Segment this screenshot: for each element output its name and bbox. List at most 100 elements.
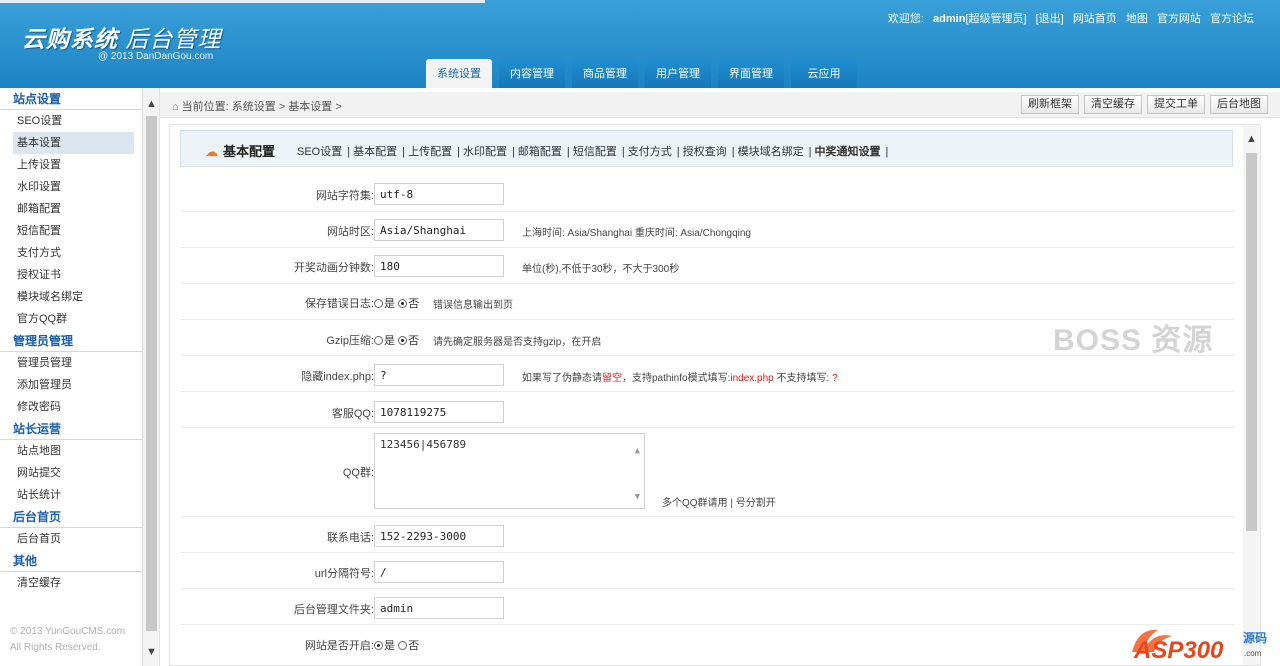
tab-content-management[interactable]: 内容管理 — [499, 59, 565, 88]
sidebar-item-stats[interactable]: 站长统计 — [0, 484, 142, 506]
chevron-up-icon[interactable]: ▲ — [146, 98, 157, 110]
chevron-down-icon[interactable]: ▼ — [146, 646, 157, 658]
tab-system-settings[interactable]: 系统设置 — [426, 59, 492, 88]
sidebar-item-domain-binding[interactable]: 模块域名绑定 — [0, 286, 142, 308]
sidebar-group-admins[interactable]: 管理员管理 — [0, 330, 142, 352]
sidebar-item-clear-cache[interactable]: 清空缓存 — [0, 572, 142, 594]
sidebar-group-other[interactable]: 其他 — [0, 550, 142, 572]
form-row-charset: 网站字符集: — [181, 176, 1234, 212]
hide-hint-index-php: index.php — [730, 373, 774, 384]
error-log-no-radio[interactable] — [398, 299, 408, 308]
sidebar-item-watermark[interactable]: 水印设置 — [0, 176, 142, 198]
url-separator-input[interactable] — [374, 561, 504, 583]
chevron-up-icon[interactable]: ▲ — [1246, 133, 1257, 145]
gzip-radios: 是 否 — [374, 332, 419, 348]
copyright-line: © 2013 YunGouCMS.com — [10, 626, 126, 637]
sidebar-item-qq-group[interactable]: 官方QQ群 — [0, 308, 142, 330]
form-row-url-separator: url分隔符号: — [181, 553, 1234, 589]
service-qq-input[interactable] — [374, 401, 504, 423]
scrollbar-thumb[interactable] — [1246, 153, 1257, 531]
admin-map-button[interactable]: 后台地图 — [1210, 95, 1268, 114]
config-link-upload[interactable]: 上传配置 — [408, 146, 452, 158]
tab-user-management[interactable]: 用户管理 — [645, 59, 711, 88]
timezone-input[interactable] — [374, 219, 504, 241]
config-link-watermark[interactable]: 水印配置 — [463, 146, 507, 158]
sidebar-item-license[interactable]: 授权证书 — [0, 264, 142, 286]
sitemap-link[interactable]: 地图 — [1126, 13, 1148, 25]
error-log-label: 保存错误日志: — [304, 298, 374, 310]
error-log-yes-label: 是 — [384, 298, 395, 310]
gzip-no-radio[interactable] — [398, 336, 408, 345]
logo-title-bold: 云购系统 — [22, 26, 118, 52]
form-row-service-qq: 客服QQ: — [181, 392, 1234, 428]
hide-hint-leave-blank: 留空 — [602, 373, 622, 384]
chevron-up-icon[interactable]: ▲ — [635, 446, 640, 456]
sidebar-item-upload[interactable]: 上传设置 — [0, 154, 142, 176]
hide-hint-part-c: 不支持填写: — [773, 373, 830, 384]
sidebar-item-admin-home[interactable]: 后台首页 — [0, 528, 142, 550]
sidebar-item-add-admin[interactable]: 添加管理员 — [0, 374, 142, 396]
rights-line: All Rights Reserved. — [10, 642, 101, 653]
tab-product-management[interactable]: 商品管理 — [572, 59, 638, 88]
logout-link[interactable]: [退出] — [1036, 13, 1064, 25]
scrollbar-thumb[interactable] — [146, 116, 157, 631]
sidebar-group-site-settings[interactable]: 站点设置 — [0, 88, 142, 110]
sidebar-item-site-submit[interactable]: 网站提交 — [0, 462, 142, 484]
url-separator-label: url分隔符号: — [314, 568, 374, 580]
config-link-email[interactable]: 邮箱配置 — [518, 146, 562, 158]
submit-ticket-button[interactable]: 提交工单 — [1147, 95, 1205, 114]
official-forum-link[interactable]: 官方论坛 — [1210, 13, 1254, 25]
phone-input[interactable] — [374, 525, 504, 547]
sidebar-scrollbar[interactable]: ▲ ▼ — [143, 88, 160, 666]
config-link-basic[interactable]: 基本配置 — [353, 146, 397, 158]
gzip-yes-radio[interactable] — [374, 336, 383, 345]
sidebar-footer: © 2013 YunGouCMS.com All Rights Reserved… — [10, 624, 125, 656]
refresh-frame-button[interactable]: 刷新框架 — [1021, 95, 1079, 114]
site-open-yes-radio[interactable] — [374, 641, 383, 650]
sidebar-item-sitemap[interactable]: 站点地图 — [0, 440, 142, 462]
clear-cache-button[interactable]: 清空缓存 — [1084, 95, 1142, 114]
config-link-license[interactable]: 授权查询 — [683, 146, 727, 158]
hide-index-input[interactable] — [374, 364, 504, 386]
sidebar-item-sms[interactable]: 短信配置 — [0, 220, 142, 242]
site-open-no-radio[interactable] — [398, 641, 408, 650]
error-log-yes-radio[interactable] — [374, 299, 383, 308]
site-open-label: 网站是否开启: — [304, 640, 374, 652]
site-open-yes-label: 是 — [384, 640, 395, 652]
tab-interface-management[interactable]: 界面管理 — [718, 59, 784, 88]
config-link-winner-notify[interactable]: 中奖通知设置 — [815, 146, 881, 158]
content-scrollbar[interactable]: ▲ — [1243, 125, 1260, 665]
config-link-seo[interactable]: SEO设置 — [297, 146, 342, 158]
sidebar-item-basic[interactable]: 基本设置 — [13, 132, 134, 154]
phone-label: 联系电话: — [326, 532, 374, 544]
admin-folder-input[interactable] — [374, 597, 504, 619]
gzip-no-label: 否 — [408, 335, 420, 347]
config-link-sms[interactable]: 短信配置 — [573, 146, 617, 158]
sidebar-item-seo[interactable]: SEO设置 — [0, 110, 142, 132]
site-open-no-label: 否 — [408, 640, 420, 652]
form-row-site-open: 网站是否开启: 是 否 — [181, 625, 1234, 661]
sidebar-group-operations[interactable]: 站长运营 — [0, 418, 142, 440]
svg-text:.com: .com — [1244, 649, 1262, 658]
charset-input[interactable] — [374, 183, 504, 205]
sidebar-group-home[interactable]: 后台首页 — [0, 506, 142, 528]
breadcrumb-actions: 刷新框架 清空缓存 提交工单 后台地图 — [1016, 95, 1268, 114]
chevron-down-icon[interactable]: ▼ — [635, 492, 640, 502]
animation-seconds-input[interactable] — [374, 255, 504, 277]
sidebar-item-payment[interactable]: 支付方式 — [0, 242, 142, 264]
sidebar: 站点设置 SEO设置 基本设置 上传设置 水印设置 邮箱配置 短信配置 支付方式… — [0, 88, 143, 666]
main-tabs: 系统设置 内容管理 商品管理 用户管理 界面管理 云应用 — [426, 59, 864, 88]
breadcrumb-bar: ⌂ 当前位置: 系统设置 > 基本设置 > 刷新框架 清空缓存 提交工单 后台地图 — [160, 92, 1280, 118]
config-link-domain[interactable]: 模块域名绑定 — [738, 146, 804, 158]
svg-text:源码: 源码 — [1243, 630, 1267, 645]
sidebar-item-change-password[interactable]: 修改密码 — [0, 396, 142, 418]
tab-cloud-apps[interactable]: 云应用 — [791, 59, 857, 88]
sidebar-item-admin-manage[interactable]: 管理员管理 — [0, 352, 142, 374]
site-home-link[interactable]: 网站首页 — [1073, 13, 1117, 25]
qq-group-textarea[interactable]: 123456|456789 ▲ ▼ — [374, 433, 645, 509]
sidebar-item-email[interactable]: 邮箱配置 — [0, 198, 142, 220]
official-site-link[interactable]: 官方网站 — [1157, 13, 1201, 25]
error-log-no-label: 否 — [408, 298, 420, 310]
config-link-payment[interactable]: 支付方式 — [628, 146, 672, 158]
welcome-text: 欢迎您: — [887, 13, 924, 25]
